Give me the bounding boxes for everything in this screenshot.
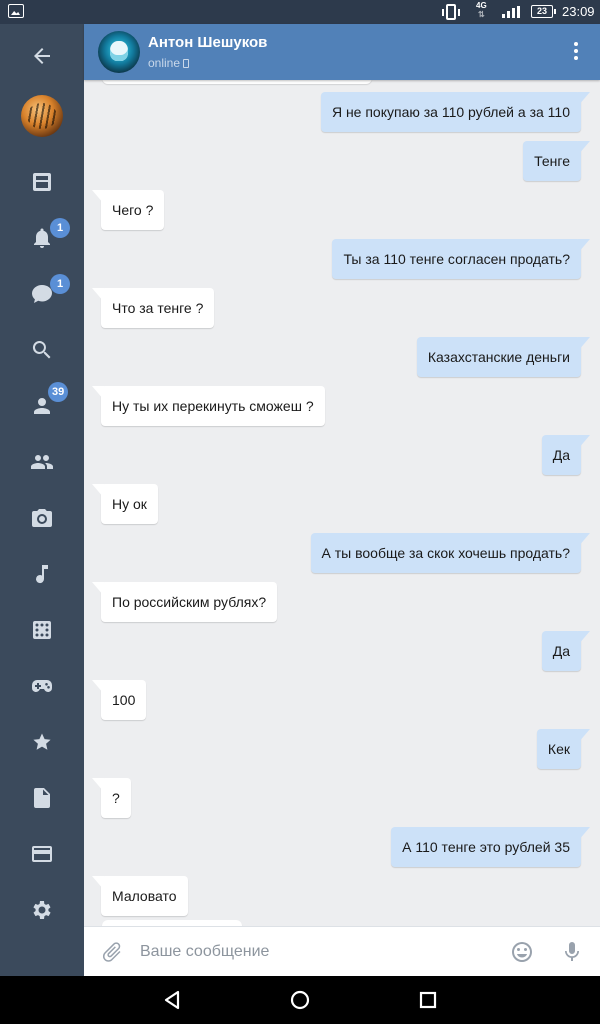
nav-back-button[interactable]	[158, 986, 186, 1014]
contact-name[interactable]: Антон Шешуков	[148, 34, 267, 51]
emoji-button[interactable]	[510, 940, 534, 964]
more-dot	[574, 42, 578, 46]
incoming-message[interactable]: Ну ты их перекинуть сможеш ?	[101, 386, 325, 426]
document-icon	[34, 788, 50, 808]
sidebar-item-games[interactable]	[0, 606, 84, 654]
gamepad-icon	[32, 680, 52, 692]
star-icon	[33, 733, 51, 750]
camera-icon	[32, 509, 52, 527]
message-input[interactable]	[140, 937, 490, 967]
smiley-icon	[512, 942, 532, 962]
payment-card-icon	[32, 846, 52, 862]
messages-badge: 1	[50, 274, 70, 294]
sidebar-item-payments[interactable]	[0, 830, 84, 878]
signal-icon	[502, 6, 520, 18]
sidebar-item-groups[interactable]	[0, 438, 84, 486]
contact-avatar[interactable]	[98, 31, 140, 73]
incoming-message[interactable]: Чего ?	[101, 190, 165, 230]
back-arrow-icon	[34, 48, 50, 64]
sidebar-item-documents[interactable]	[0, 774, 84, 822]
sidebar-item-news[interactable]	[0, 158, 84, 206]
outgoing-message[interactable]: Я не покупаю за 110 рублей а за 110	[320, 92, 581, 132]
network-indicator: 4G ⇅	[476, 1, 487, 19]
gallery-notification-icon	[8, 4, 24, 18]
status-bar: 4G ⇅ 23 23:09	[0, 0, 600, 24]
search-icon	[32, 341, 51, 359]
incoming-message[interactable]: По российским рублях?	[101, 582, 278, 622]
square-recents-icon	[419, 991, 437, 1009]
message-list[interactable]: Я не покупаю за 110 рублей а за 110 Тенге…	[84, 80, 600, 926]
sidebar-item-photos[interactable]	[0, 494, 84, 542]
outgoing-message[interactable]: А 110 тенге это рублей 35	[391, 827, 581, 867]
outgoing-message[interactable]: Да	[541, 631, 581, 671]
more-dot	[574, 49, 578, 53]
voice-message-button[interactable]	[560, 940, 584, 964]
notifications-badge: 1	[50, 218, 70, 238]
sidebar-item-settings[interactable]	[0, 886, 84, 934]
sidebar-item-notifications[interactable]: 1	[0, 214, 84, 262]
sidebar-item-apps[interactable]	[0, 662, 84, 710]
sidebar-item-music[interactable]	[0, 550, 84, 598]
outgoing-message[interactable]: Кек	[536, 729, 581, 769]
back-button[interactable]	[0, 32, 84, 80]
status-text: online	[148, 56, 181, 70]
chat-header[interactable]: Антон Шешуков online	[84, 24, 600, 80]
microphone-icon	[565, 942, 579, 961]
network-type: 4G	[476, 1, 487, 10]
sidebar-item-bookmarks[interactable]	[0, 718, 84, 766]
circle-home-icon	[290, 990, 310, 1010]
sidebar-item-search[interactable]	[0, 326, 84, 374]
partial-message-bubble	[102, 80, 372, 84]
nav-home-button[interactable]	[286, 986, 314, 1014]
profile-avatar	[21, 95, 63, 137]
incoming-message[interactable]: ?	[101, 778, 131, 818]
outgoing-message[interactable]: А ты вообще за скок хочешь продать?	[310, 533, 581, 573]
message-composer	[84, 926, 600, 976]
attach-button[interactable]	[100, 940, 124, 964]
data-arrows-icon: ⇅	[477, 10, 485, 19]
games-icon	[33, 621, 51, 639]
contact-status: online	[148, 56, 190, 70]
more-dot	[574, 56, 578, 60]
vibrate-icon	[442, 4, 460, 20]
groups-icon	[31, 455, 53, 469]
sidebar-item-profile[interactable]	[0, 92, 84, 140]
nav-recents-button[interactable]	[414, 986, 442, 1014]
friends-badge: 39	[48, 382, 69, 402]
music-icon	[36, 565, 48, 584]
battery-icon: 23	[531, 5, 556, 18]
sidebar-item-friends[interactable]: 39	[0, 382, 84, 430]
sidebar: 1 1 39	[0, 24, 84, 976]
android-navigation-bar	[0, 976, 600, 1024]
more-options-button[interactable]	[574, 42, 578, 62]
sidebar-item-messages[interactable]: 1	[0, 270, 84, 318]
outgoing-message[interactable]: Тенге	[523, 141, 581, 181]
news-icon	[33, 173, 51, 191]
incoming-message[interactable]: 100	[101, 680, 147, 720]
settings-icon	[33, 901, 51, 919]
triangle-back-icon	[164, 990, 180, 1010]
paperclip-icon	[102, 942, 121, 962]
mobile-icon	[183, 59, 190, 68]
outgoing-message[interactable]: Да	[541, 435, 581, 475]
incoming-message[interactable]: Ну ок	[101, 484, 158, 524]
outgoing-message[interactable]: Казахстанские деньги	[416, 337, 581, 377]
clock: 23:09	[562, 4, 595, 19]
incoming-message[interactable]: Что за тенге ?	[101, 288, 215, 328]
incoming-message[interactable]: Маловато	[101, 876, 188, 916]
outgoing-message[interactable]: Ты за 110 тенге согласен продать?	[332, 239, 581, 279]
